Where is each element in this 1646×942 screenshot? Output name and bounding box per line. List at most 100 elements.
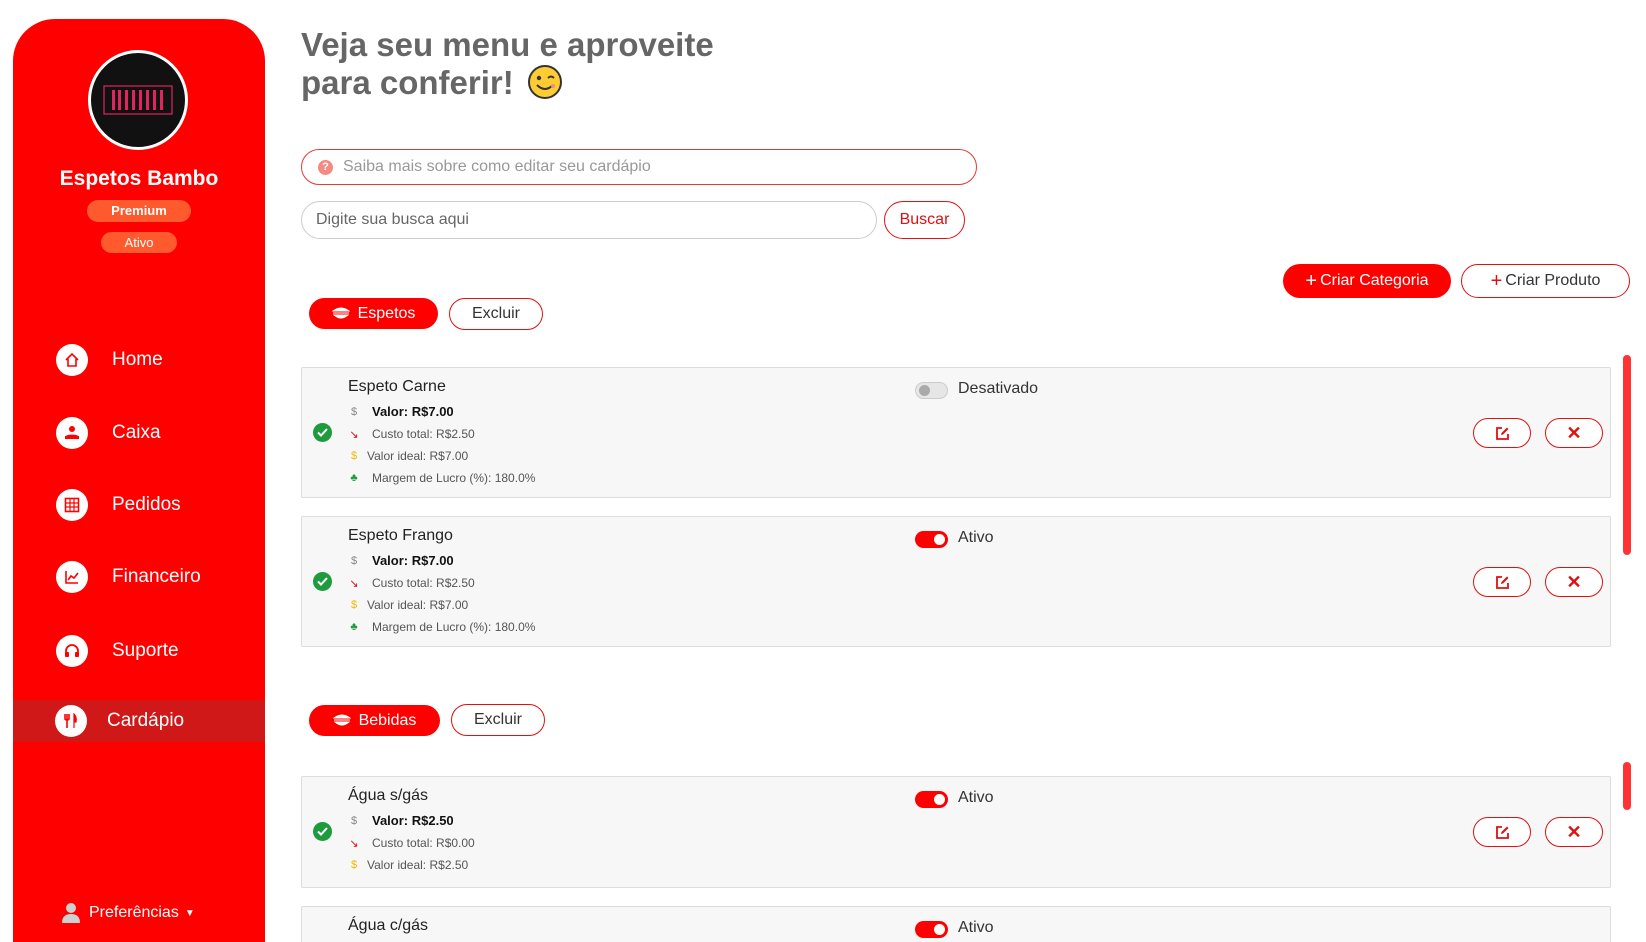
product-ideal-line: $ Valor ideal: R$7.00	[348, 449, 468, 463]
product-status-toggle[interactable]	[915, 382, 948, 399]
plan-badge: Premium	[87, 200, 191, 222]
nav-item-financeiro[interactable]: Financeiro	[13, 556, 265, 598]
product-card: Água s/gás $ Valor: R$2.50 ↘ Custo total: …	[301, 776, 1611, 888]
nav-item-cardapio[interactable]: Cardápio	[13, 700, 265, 742]
product-name: Espeto Frango	[348, 527, 453, 544]
product-card: Espeto Frango $ Valor: R$7.00 ↘ Custo tota…	[301, 516, 1611, 647]
nav-item-suporte[interactable]: Suporte	[13, 630, 265, 672]
delete-category-button[interactable]: Excluir	[451, 704, 545, 736]
bowl-icon	[332, 714, 351, 726]
product-cost: Custo total: R$2.50	[372, 576, 475, 590]
product-cost-line: ↘ Custo total: R$0.00	[348, 836, 475, 850]
sidebar: Espetos Bambo Premium Ativo Home Caixa P…	[13, 19, 265, 942]
caret-down-icon: ▼	[184, 907, 195, 919]
product-cost: Custo total: R$0.00	[372, 836, 475, 850]
cash-register-icon	[56, 417, 88, 449]
title-line-1: Veja seu menu e aproveite	[301, 26, 714, 63]
product-ideal-line: $ Valor ideal: R$7.00	[348, 598, 468, 612]
chart-line-icon	[56, 561, 88, 593]
title-line-2: para conferir!	[301, 64, 781, 102]
category-tab-bebidas[interactable]: Bebidas	[309, 705, 440, 736]
bamboo-logo-icon	[103, 85, 173, 115]
edit-icon	[1495, 825, 1509, 839]
trend-down-icon: ↘	[349, 428, 359, 441]
toggle-knob	[919, 385, 930, 396]
user-avatar-icon	[62, 903, 80, 923]
edit-product-button[interactable]	[1473, 418, 1531, 448]
product-name: Água c/gás	[348, 917, 429, 934]
create-product-button[interactable]: + Criar Produto	[1461, 264, 1630, 298]
product-margin: Margem de Lucro (%): 180.0%	[372, 620, 536, 634]
preferences-menu[interactable]: Preferências ▼	[61, 902, 195, 924]
bowl-icon	[331, 307, 350, 319]
search-input[interactable]	[301, 201, 877, 239]
toggle-knob	[934, 924, 945, 935]
money-bag-icon: ♣	[350, 472, 358, 484]
product-value: Valor: R$7.00	[372, 553, 454, 568]
dollar-icon: $	[350, 859, 358, 871]
product-name: Espeto Carne	[348, 378, 446, 395]
product-value-line: $ Valor: R$7.00	[348, 553, 454, 568]
page-title: Veja seu menu e aproveite para conferir!	[301, 26, 781, 102]
create-category-button[interactable]: + Criar Categoria	[1283, 264, 1451, 298]
delete-product-button[interactable]: ✕	[1545, 567, 1603, 597]
product-status-toggle[interactable]	[915, 531, 948, 548]
dollar-icon: $	[350, 554, 358, 567]
product-value: Valor: R$7.00	[372, 404, 454, 419]
plus-icon: +	[1490, 270, 1503, 292]
help-text: Saiba mais sobre como editar seu cardápi…	[343, 158, 651, 175]
category-label: Bebidas	[358, 711, 417, 729]
nav-label: Home	[112, 349, 163, 370]
category-scrollbar[interactable]	[1623, 762, 1631, 810]
product-status-toggle[interactable]	[915, 791, 948, 808]
plus-icon: +	[1305, 270, 1318, 292]
check-circle-icon	[313, 822, 332, 841]
nav-label: Financeiro	[112, 566, 201, 587]
product-value-line: $ Valor: R$7.00	[348, 404, 454, 419]
nav-label: Caixa	[112, 422, 161, 443]
product-status-label: Desativado	[958, 380, 1039, 397]
orders-grid-icon	[56, 489, 88, 521]
nav-item-pedidos[interactable]: Pedidos	[13, 484, 265, 526]
product-ideal: Valor ideal: R$7.00	[367, 598, 469, 612]
search-button[interactable]: Buscar	[884, 201, 965, 239]
dollar-icon: $	[350, 814, 358, 827]
dollar-icon: $	[350, 599, 358, 611]
store-name: Espetos Bambo	[59, 167, 219, 190]
product-ideal: Valor ideal: R$2.50	[367, 858, 469, 872]
dollar-icon: $	[350, 450, 358, 462]
product-ideal: Valor ideal: R$7.00	[367, 449, 469, 463]
trend-down-icon: ↘	[349, 577, 359, 590]
category-scrollbar[interactable]	[1623, 355, 1631, 555]
question-icon: ?	[318, 159, 333, 175]
product-status-toggle[interactable]	[915, 921, 948, 938]
delete-product-button[interactable]: ✕	[1545, 418, 1603, 448]
wink-emoji-icon	[527, 65, 562, 99]
status-badge: Ativo	[101, 232, 177, 253]
product-status-label: Ativo	[958, 789, 994, 806]
product-status-label: Ativo	[958, 529, 994, 546]
category-label: Espetos	[357, 304, 416, 322]
nav-item-home[interactable]: Home	[13, 339, 265, 381]
help-link[interactable]: ? Saiba mais sobre como editar seu cardá…	[301, 149, 977, 185]
product-margin: Margem de Lucro (%): 180.0%	[372, 471, 536, 485]
category-tab-espetos[interactable]: Espetos	[309, 298, 438, 329]
title-text: para conferir!	[301, 64, 514, 101]
product-margin-line: ♣ Margem de Lucro (%): 180.0%	[348, 471, 535, 485]
home-icon	[56, 344, 88, 376]
nav-item-caixa[interactable]: Caixa	[13, 412, 265, 454]
nav-label: Pedidos	[112, 494, 181, 515]
product-status-label: Ativo	[958, 919, 994, 936]
check-circle-icon	[313, 572, 332, 591]
edit-product-button[interactable]	[1473, 567, 1531, 597]
close-icon: ✕	[1566, 422, 1582, 443]
money-bag-icon: ♣	[350, 621, 358, 633]
product-cost: Custo total: R$2.50	[372, 427, 475, 441]
preferences-label: Preferências	[89, 904, 179, 921]
product-value-line: $ Valor: R$2.50	[348, 813, 454, 828]
product-name: Água s/gás	[348, 787, 429, 804]
close-icon: ✕	[1566, 821, 1582, 842]
edit-product-button[interactable]	[1473, 817, 1531, 847]
delete-product-button[interactable]: ✕	[1545, 817, 1603, 847]
delete-category-button[interactable]: Excluir	[449, 298, 543, 330]
